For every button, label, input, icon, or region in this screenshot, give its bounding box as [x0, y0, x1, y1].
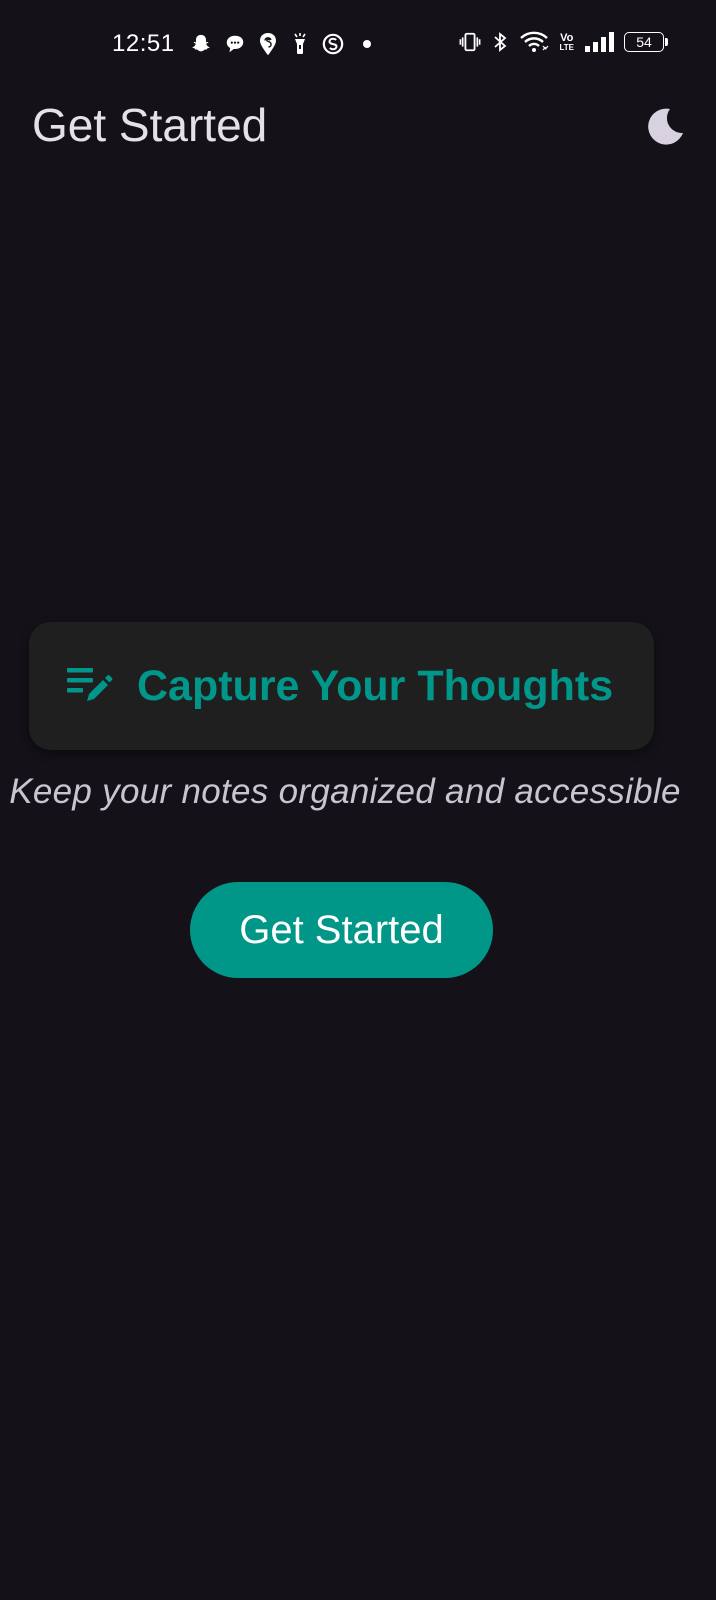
- headline-text: Capture Your Thoughts: [137, 661, 614, 710]
- signal-icon: [584, 31, 614, 53]
- headline-card: Capture Your Thoughts: [29, 622, 654, 750]
- status-bar: 12:51 Vo LTE 54: [0, 0, 716, 92]
- snapchat-icon: [190, 33, 212, 55]
- battery-level: 54: [636, 34, 652, 50]
- get-started-button[interactable]: Get Started: [190, 882, 493, 978]
- system-icons: Vo LTE 54: [459, 30, 668, 54]
- vibrate-icon: [459, 31, 481, 53]
- volte-label-bottom: LTE: [559, 42, 574, 52]
- wifi-icon: [519, 30, 549, 54]
- chat-bubble-icon: [224, 33, 246, 55]
- battery-icon: 54: [624, 32, 668, 52]
- volte-icon: Vo LTE: [559, 31, 574, 52]
- subtitle-text: Keep your notes organized and accessible: [9, 772, 681, 811]
- torch-app-icon: [290, 32, 310, 56]
- volte-label-top: Vo: [560, 31, 574, 44]
- bluetooth-icon: [491, 30, 509, 54]
- notification-icons: [190, 32, 372, 56]
- page-title: Get Started: [32, 99, 268, 151]
- moon-icon: [643, 105, 687, 154]
- dot-icon: [362, 39, 372, 49]
- edit-note-icon: [65, 664, 117, 708]
- get-started-screen: 12:51 Vo LTE 54 Get Started Capture Your…: [0, 0, 716, 1600]
- status-time: 12:51: [112, 30, 175, 57]
- swiggy-icon: [258, 32, 278, 56]
- theme-toggle-button[interactable]: [640, 104, 690, 154]
- sync-app-icon: [322, 33, 344, 55]
